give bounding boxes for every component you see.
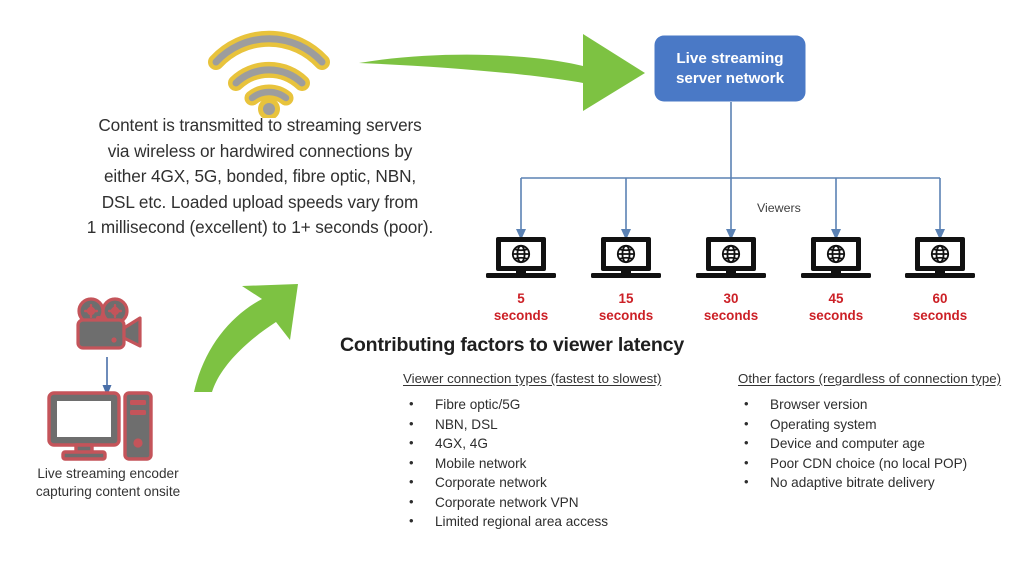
list-item: Mobile network: [403, 453, 723, 474]
viewers-label: Viewers: [757, 201, 801, 215]
video-camera-icon: [76, 297, 142, 350]
latency-label-3: 30 seconds: [679, 290, 783, 324]
live-streaming-server-network-box[interactable]: Live streaming server network: [655, 36, 805, 101]
list-item: Operating system: [738, 414, 1024, 435]
list-item: Limited regional area access: [403, 511, 723, 532]
list-item: 4GX, 4G: [403, 433, 723, 454]
factors-heading: Contributing factors to viewer latency: [339, 334, 685, 356]
connection-types-title: Viewer connection types (fastest to slow…: [403, 371, 662, 386]
latency-value: 5: [517, 291, 525, 306]
laptop-globe-icon: [696, 237, 766, 278]
laptop-globe-icon: [801, 237, 871, 278]
other-factors-title: Other factors (regardless of connection …: [738, 371, 1002, 386]
latency-value: 60: [932, 291, 948, 306]
latency-label-1: 5 seconds: [469, 290, 573, 324]
other-factors-list: Browser version Operating system Device …: [738, 394, 1024, 493]
latency-label-2: 15 seconds: [574, 290, 678, 324]
latency-unit: seconds: [493, 308, 549, 323]
list-item: Poor CDN choice (no local POP): [738, 453, 1024, 474]
desktop-computer-icon: [47, 391, 153, 461]
latency-label-4: 45 seconds: [784, 290, 888, 324]
connection-types-block: Viewer connection types (fastest to slow…: [403, 371, 723, 532]
viewer-client-1[interactable]: 5 seconds: [469, 236, 573, 324]
list-item: Corporate network VPN: [403, 492, 723, 513]
viewer-client-2[interactable]: 15 seconds: [574, 236, 678, 324]
viewer-client-4[interactable]: 45 seconds: [784, 236, 888, 324]
latency-unit: seconds: [808, 308, 864, 323]
list-item: NBN, DSL: [403, 414, 723, 435]
other-factors-block: Other factors (regardless of connection …: [738, 371, 1024, 493]
viewer-client-5[interactable]: 60 seconds: [888, 236, 992, 324]
list-item: Fibre optic/5G: [403, 394, 723, 415]
intro-paragraph: Content is transmitted to streaming serv…: [86, 115, 434, 237]
latency-label-5: 60 seconds: [888, 290, 992, 324]
latency-value: 45: [828, 291, 844, 306]
list-item: Browser version: [738, 394, 1024, 415]
latency-value: 30: [723, 291, 739, 306]
diagram-canvas: Content is transmitted to streaming serv…: [0, 0, 1024, 576]
list-item: Device and computer age: [738, 433, 1024, 454]
laptop-globe-icon: [905, 237, 975, 278]
encoder-caption: Live streaming encoder capturing content…: [35, 466, 181, 499]
connection-types-list: Fibre optic/5G NBN, DSL 4GX, 4G Mobile n…: [403, 394, 723, 532]
list-item: No adaptive bitrate delivery: [738, 472, 1024, 493]
laptop-globe-icon: [486, 237, 556, 278]
connector-tree: [516, 102, 945, 240]
latency-unit: seconds: [703, 308, 759, 323]
latency-value: 15: [618, 291, 634, 306]
latency-unit: seconds: [912, 308, 968, 323]
laptop-globe-icon: [591, 237, 661, 278]
viewer-client-3[interactable]: 30 seconds: [679, 236, 783, 324]
wifi-signal-icon: [208, 30, 330, 118]
list-item: Corporate network: [403, 472, 723, 493]
latency-unit: seconds: [598, 308, 654, 323]
